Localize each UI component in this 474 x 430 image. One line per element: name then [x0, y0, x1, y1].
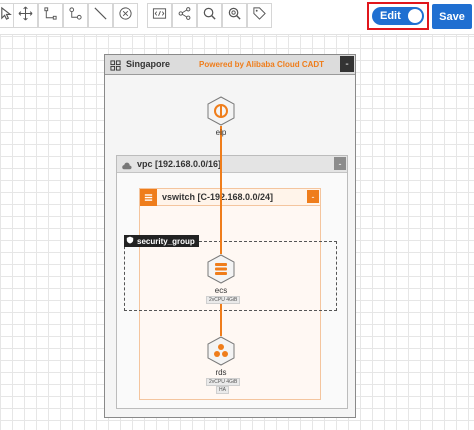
route-tool-button[interactable] [63, 3, 88, 28]
code-tool-button[interactable] [147, 3, 172, 28]
rds-node[interactable] [207, 336, 235, 366]
vswitch-header: vswitch [C-192.168.0.0/24] - [140, 189, 320, 206]
clear-icon [118, 6, 133, 26]
vpc-title: vpc [192.168.0.0/16] [137, 159, 222, 169]
edit-toggle-highlight: Edit [367, 2, 429, 30]
edit-toggle-label: Edit [380, 10, 401, 22]
eip-label: eip [215, 128, 227, 137]
move-icon [18, 6, 33, 26]
edit-toggle[interactable]: Edit [372, 7, 424, 25]
connect-icon [43, 6, 58, 26]
toolbar: Edit Save [0, 0, 474, 35]
vswitch-collapse-button[interactable]: - [307, 190, 319, 203]
eip-ecs-link [220, 126, 222, 254]
rds-ha-tag: HA [216, 386, 229, 394]
security-group-label: security_group [124, 235, 199, 247]
vpc-header: vpc [192.168.0.0/16] - [117, 156, 347, 173]
rds-label: rds [215, 368, 227, 377]
save-button[interactable]: Save [432, 4, 472, 29]
eip-icon [207, 96, 235, 126]
select-icon [0, 6, 14, 26]
ecs-node[interactable] [207, 254, 235, 284]
security-group-name: security_group [137, 236, 195, 246]
rds-database-icon [207, 336, 235, 366]
rds-spec-tag: 2vCPU 4GiB [206, 378, 241, 386]
line-icon [93, 6, 108, 26]
eip-node[interactable] [207, 96, 235, 126]
share-icon [177, 6, 192, 26]
toggle-knob [408, 9, 422, 23]
vswitch-title: vswitch [C-192.168.0.0/24] [162, 192, 274, 202]
shield-icon [126, 236, 134, 246]
zoom-tool-button[interactable] [222, 3, 247, 28]
region-header: Singapore Powered by Alibaba Cloud CADT … [105, 55, 355, 75]
ecs-rds-link [220, 300, 222, 336]
share-tool-button[interactable] [172, 3, 197, 28]
vswitch-icon [140, 189, 157, 206]
vpc-collapse-button[interactable]: - [334, 157, 346, 170]
clear-tool-button[interactable] [113, 3, 138, 28]
route-icon [68, 6, 83, 26]
ecs-label: ecs [214, 286, 228, 295]
search-icon [202, 6, 217, 26]
connect-tool-button[interactable] [38, 3, 63, 28]
region-grid-icon [109, 59, 121, 71]
powered-by-label: Powered by Alibaba Cloud CADT [199, 60, 325, 69]
code-icon [152, 6, 167, 26]
ecs-server-icon [207, 254, 235, 284]
line-tool-button[interactable] [88, 3, 113, 28]
ecs-spec-tag: 2vCPU 4GiB [206, 296, 241, 304]
search-tool-button[interactable] [197, 3, 222, 28]
vpc-cloud-icon [121, 159, 132, 170]
region-title: Singapore [126, 59, 171, 69]
move-tool-button[interactable] [13, 3, 38, 28]
zoom-icon [227, 6, 242, 26]
region-collapse-button[interactable]: - [340, 56, 354, 72]
tag-icon [252, 6, 267, 26]
tag-tool-button[interactable] [247, 3, 272, 28]
